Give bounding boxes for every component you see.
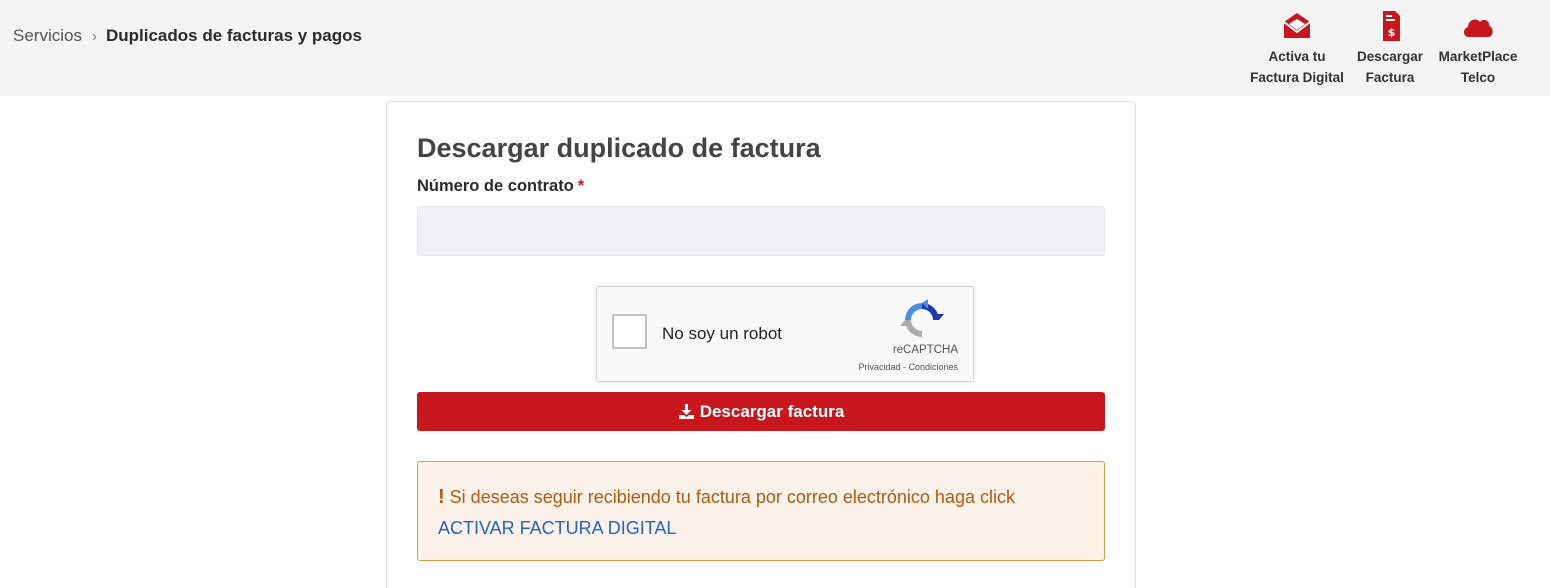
marketplace-telco-link[interactable]: MarketPlace Telco [1430,10,1526,88]
breadcrumb-servicios-link[interactable]: Servicios [13,26,82,46]
quick-link-label-line1: Descargar [1356,49,1424,64]
recaptcha-widget: No soy un robot reCAPTCHA Privacidad - C… [596,286,974,382]
download-icon [678,404,694,419]
contract-number-label: Número de contrato * [417,177,584,196]
breadcrumb-current: Duplicados de facturas y pagos [105,26,362,45]
breadcrumb-separator: › [91,27,97,45]
contract-number-input[interactable] [417,206,1105,256]
breadcrumb: Servicios › Duplicados de facturas y pag… [13,26,362,46]
invoice-dollar-icon: $ [1383,11,1400,41]
recaptcha-terms-link[interactable]: Condiciones [908,362,958,372]
quick-link-label-line1: Activa tu [1268,49,1326,64]
open-envelope-icon [1283,13,1311,38]
top-bar: Servicios › Duplicados de facturas y pag… [0,0,1550,96]
required-asterisk: * [577,177,585,195]
recaptcha-links: Privacidad - Condiciones [858,362,958,372]
download-invoice-button-label: Descargar factura [699,401,845,421]
recaptcha-privacy-link[interactable]: Privacidad [858,362,900,372]
quick-link-label-line2: Factura [1365,70,1415,85]
cloud-icon [1463,19,1493,37]
quick-link-label-line1: MarketPlace [1438,49,1518,64]
activate-digital-invoice-notice-link[interactable]: ACTIVAR FACTURA DIGITAL [438,518,676,538]
notice-exclamation: ! [438,486,445,508]
recaptcha-brand: reCAPTCHA [892,344,958,356]
notice-text: Si deseas seguir recibiendo tu factura p… [444,487,1015,507]
digital-invoice-notice: ! Si deseas seguir recibiendo tu factura… [417,461,1105,561]
invoice-download-card: Descargar duplicado de factura Número de… [386,101,1136,588]
quick-link-label-line2: Telco [1460,70,1496,85]
quick-link-label-line2: Factura Digital [1250,70,1344,85]
recaptcha-checkbox[interactable] [612,314,647,349]
contract-number-label-text: Número de contrato [417,177,574,195]
recaptcha-logo-icon [900,299,944,337]
svg-text:$: $ [1388,26,1396,39]
download-invoice-button[interactable]: Descargar factura [417,392,1105,431]
activate-digital-invoice-link[interactable]: Activa tu Factura Digital [1249,10,1345,88]
recaptcha-label: No soy un robot [662,324,783,343]
download-invoice-link[interactable]: $ Descargar Factura [1342,10,1438,88]
card-title: Descargar duplicado de factura [417,133,821,163]
